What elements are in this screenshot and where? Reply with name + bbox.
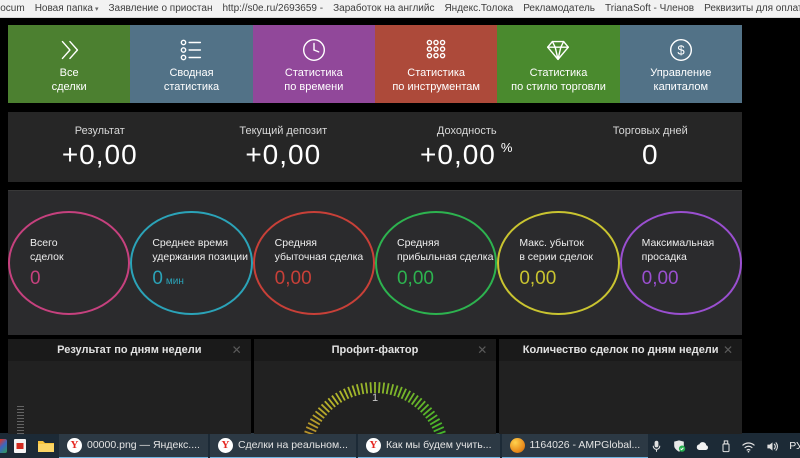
system-tray: РУС 1	[650, 439, 800, 454]
stat-result-value: +0,00	[61, 139, 138, 170]
close-icon[interactable]: ✕	[232, 343, 242, 357]
tile-all-trades[interactable]: Все сделки	[8, 25, 131, 103]
circle-max-loss-series-value: 0,00	[519, 268, 557, 289]
bookmark-item[interactable]: Заработок на английс	[333, 3, 434, 14]
stat-deposit-value: +0,00	[245, 139, 322, 170]
panel-profit-factor: Профит-фактор ✕ 1	[253, 339, 497, 434]
circle-max-drawdown-value: 0,00	[641, 268, 679, 289]
gauge-tick-label: 1	[371, 392, 379, 404]
tile-time-statistics[interactable]: Статистика по времени	[252, 25, 375, 103]
yandex-browser-icon: Y	[67, 437, 82, 453]
microphone-icon[interactable]	[650, 439, 663, 454]
panel-title: Результат по дням недели	[57, 344, 202, 356]
onedrive-cloud-icon[interactable]	[695, 440, 711, 452]
summary-stats-row: Результат +0,00 Текущий депозит +0,00 До…	[8, 112, 742, 182]
taskbar-window-4[interactable]: 1164026 - AMPGlobal...	[501, 433, 649, 458]
dollar-icon: $	[666, 34, 696, 66]
circle-max-loss-series: Макс. убыток в серии сделок 0,00	[497, 211, 620, 315]
usb-device-icon[interactable]	[720, 439, 732, 454]
circle-total-trades: Всего сделок 0	[8, 211, 131, 315]
profit-factor-gauge: 1	[253, 361, 497, 434]
yandex-browser-icon: Y	[365, 437, 381, 453]
stat-result: Результат +0,00	[61, 125, 138, 170]
circle-avg-winning-trade-value: 0,00	[396, 268, 434, 289]
taskbar-window-2[interactable]: Y Сделки на реальном...	[209, 433, 356, 458]
stat-profitability: Доходность +0,00%	[420, 125, 514, 170]
stat-current-deposit: Текущий депозит +0,00	[239, 125, 328, 170]
clipped-app-icon[interactable]	[0, 439, 7, 453]
bookmark-item[interactable]: http://s0e.ru/2693659 -	[222, 3, 323, 14]
circle-max-drawdown: Максимальная просадка 0,00	[619, 211, 742, 315]
tile-style-statistics[interactable]: Статистика по стилю торговли	[497, 25, 620, 103]
metric-circles-row: Всего сделок 0 Среднее время удержания поз…	[8, 190, 742, 335]
stat-trading-days-value: 0	[641, 139, 659, 170]
screen: Docum Новая папка▾ Заявление о приостан …	[0, 0, 800, 458]
chart-panels-row: Результат по дням недели ✕ Профит-фактор…	[8, 339, 743, 434]
bookmark-item[interactable]: TrianaSoft - Членов	[605, 3, 694, 14]
bookmark-item[interactable]: Реквизиты для оплаты	[704, 3, 800, 14]
amp-app-icon	[509, 437, 525, 453]
circle-avg-losing-trade-value: 0,00	[274, 268, 312, 289]
circle-avg-hold-time: Среднее время удержания позиции 0 мин	[130, 211, 253, 315]
close-icon[interactable]: ✕	[477, 343, 487, 357]
nav-tiles: Все сделки Сводная статистика Статистика по…	[8, 25, 742, 103]
clock-icon	[299, 34, 329, 66]
bookmark-item[interactable]: Яндекс.Толока	[444, 3, 513, 14]
double-chevron-right-icon	[54, 34, 84, 66]
tile-summary-statistics[interactable]: Сводная статистика	[130, 25, 253, 103]
dashboard-background: Все сделки Сводная статистика Статистика по…	[0, 18, 800, 434]
yandex-browser-icon: Y	[217, 437, 233, 453]
list-icon	[176, 34, 206, 66]
circle-avg-winning-trade: Средняя прибыльная сделка 0,00	[374, 211, 498, 315]
circle-total-trades-value: 0	[30, 268, 41, 289]
bookmarks-bar: Docum Новая папка▾ Заявление о приостан …	[0, 0, 800, 18]
bookmark-folder-new[interactable]: Новая папка ▾	[35, 3, 99, 14]
panel-title: Профит-фактор	[331, 344, 419, 356]
circle-avg-hold-time-value: 0 мин	[152, 268, 184, 289]
bookmark-item[interactable]: Docum	[0, 3, 25, 14]
close-icon[interactable]: ✕	[723, 343, 733, 357]
panel-title: Количество сделок по дням недели	[522, 344, 719, 356]
taskbar-window-3[interactable]: Y Как мы будем учить...	[357, 433, 500, 458]
defender-shield-icon[interactable]	[672, 439, 686, 453]
stat-profitability-value: +0,00%	[420, 139, 514, 170]
tile-instruments-statistics[interactable]: Статистика по инструментам	[374, 25, 498, 103]
panel-result-by-weekday: Результат по дням недели ✕	[8, 339, 251, 434]
svg-text:$: $	[677, 43, 685, 58]
wifi-icon[interactable]	[741, 440, 756, 453]
circle-avg-losing-trade: Средняя убыточная сделка 0,00	[252, 211, 375, 315]
chevron-down-icon: ▾	[94, 6, 99, 13]
bookmark-item[interactable]: Заявление о приостан	[109, 3, 213, 14]
rotated-axis-text	[17, 406, 24, 434]
file-explorer-icon[interactable]	[33, 433, 59, 458]
dots-grid-icon	[421, 34, 451, 66]
taskbar-window-1[interactable]: Y 00000.png — Яндекс....	[59, 433, 208, 458]
language-indicator[interactable]: РУС	[789, 440, 800, 452]
pdf-app-icon[interactable]	[7, 433, 33, 458]
diamond-icon	[543, 34, 573, 66]
panel-trades-by-weekday: Количество сделок по дням недели ✕	[499, 339, 743, 434]
taskbar: Y 00000.png — Яндекс.... Y Сделки на реа…	[0, 433, 800, 458]
tile-capital-management[interactable]: $ Управление капиталом	[619, 25, 742, 103]
bookmark-item[interactable]: Рекламодатель	[523, 3, 595, 14]
volume-icon[interactable]	[765, 440, 780, 453]
chart-area	[8, 361, 251, 434]
chart-area	[499, 361, 743, 434]
stat-trading-days: Торговых дней 0	[612, 125, 688, 170]
